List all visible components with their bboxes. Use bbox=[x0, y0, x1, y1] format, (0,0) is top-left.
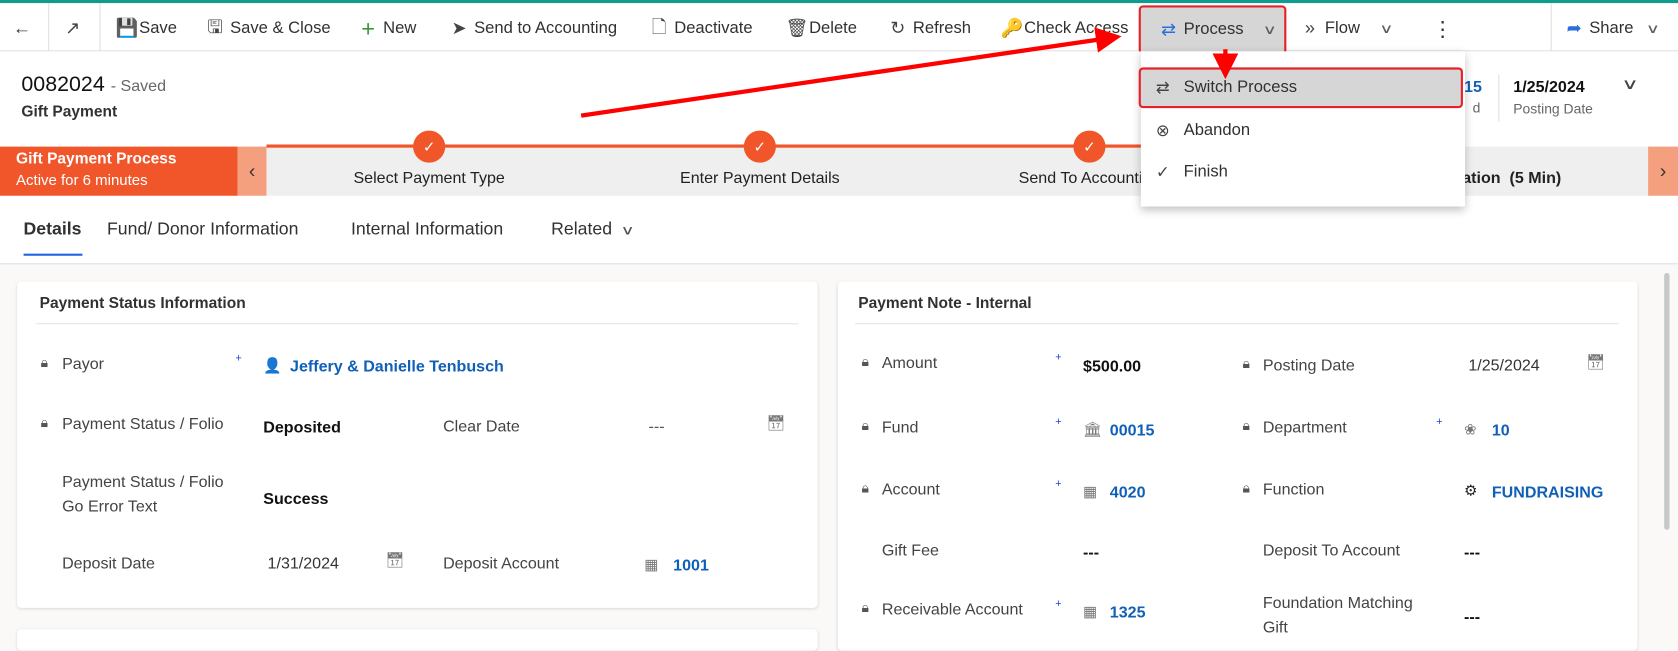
annotation-arrows bbox=[580, 27, 1239, 118]
annotation-arrow bbox=[580, 27, 1122, 118]
